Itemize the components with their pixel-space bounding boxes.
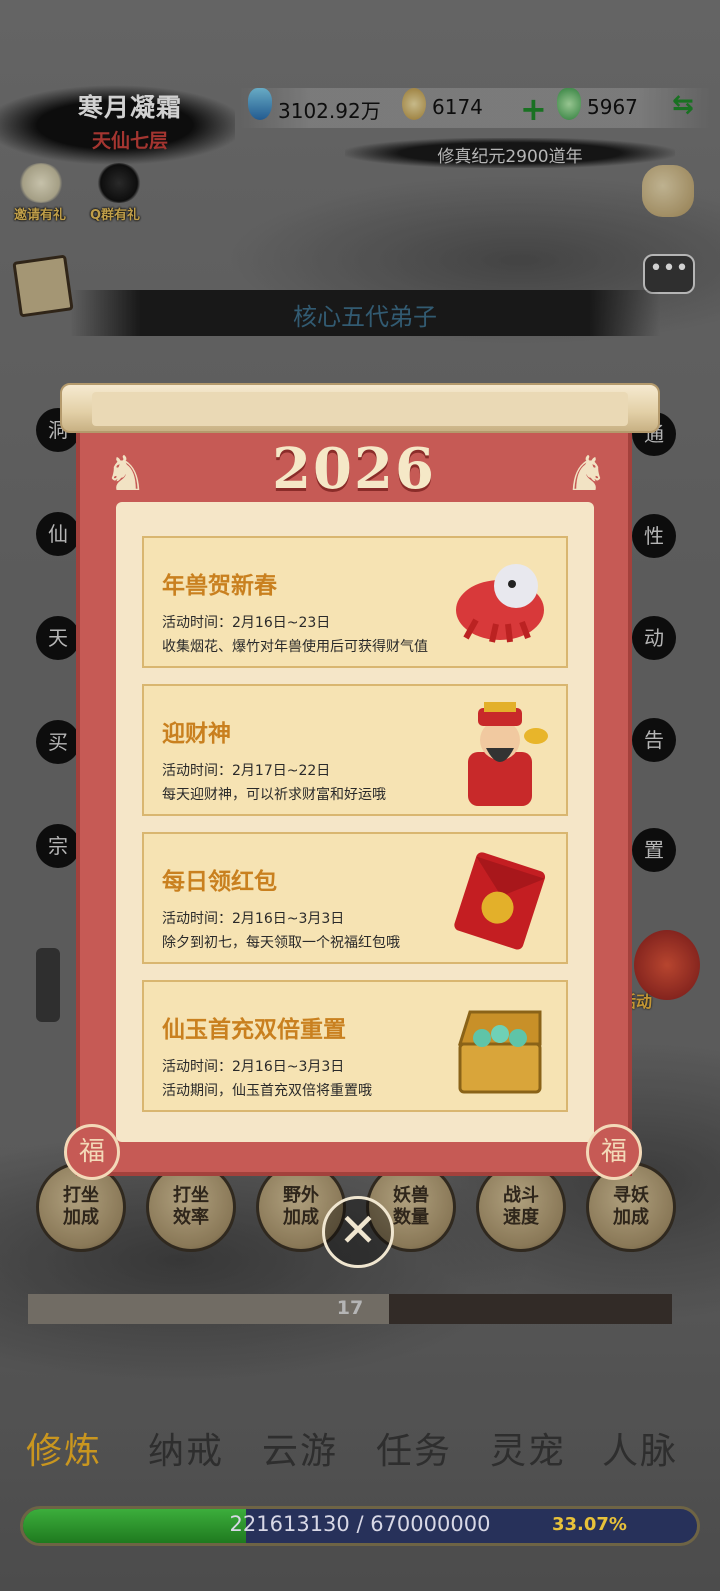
event-card[interactable]: 仙玉首充双倍重置 活动时间：2月16日~3月3日 活动期间，仙玉首充双倍将重置哦 [142, 980, 568, 1112]
event-time: 活动时间：2月16日~23日 [162, 615, 331, 631]
event-desc: 除夕到初七，每天领取一个祝福红包哦 [162, 935, 400, 951]
exp-percent: 33.07% [552, 1514, 627, 1535]
tab-connections[interactable]: 人脉 [602, 1422, 678, 1474]
tab-ring[interactable]: 纳戒 [148, 1422, 224, 1474]
event-title: 迎财神 [162, 721, 231, 747]
close-button[interactable]: ✕ [322, 1196, 394, 1268]
event-card[interactable]: 迎财神 活动时间：2月17日~22日 每天迎财神，可以祈求财富和好运哦 [142, 684, 568, 816]
nian-beast-icon [446, 550, 554, 658]
event-card[interactable]: 年兽贺新春 活动时间：2月16日~23日 收集烟花、爆竹对年兽使用后可获得财气值 [142, 536, 568, 668]
event-desc: 收集烟花、爆竹对年兽使用后可获得财气值 [162, 639, 428, 655]
exp-text: 221613130 / 670000000 [229, 1512, 491, 1536]
tab-cultivate[interactable]: 修炼 [26, 1422, 102, 1474]
treasure-chest-icon [446, 994, 554, 1102]
red-envelope-icon [446, 846, 554, 954]
event-desc: 每天迎财神，可以祈求财富和好运哦 [162, 787, 386, 803]
event-time: 活动时间：2月16日~3月3日 [162, 911, 345, 927]
fu-seal-left-icon: 福 [64, 1124, 120, 1180]
event-title: 年兽贺新春 [162, 573, 277, 599]
event-title: 仙玉首充双倍重置 [162, 1017, 346, 1043]
tab-tasks[interactable]: 任务 [376, 1422, 452, 1474]
popup-year: 2026 [272, 436, 436, 502]
scroll-roller-inner [92, 392, 628, 426]
event-time: 活动时间：2月16日~3月3日 [162, 1059, 345, 1075]
wealth-god-icon [446, 698, 554, 806]
tab-pets[interactable]: 灵宠 [490, 1422, 566, 1474]
event-title: 每日领红包 [162, 869, 277, 895]
fu-seal-right-icon: 福 [586, 1124, 642, 1180]
event-time: 活动时间：2月17日~22日 [162, 763, 331, 779]
event-card[interactable]: 每日领红包 活动时间：2月16日~3月3日 除夕到初七，每天领取一个祝福红包哦 [142, 832, 568, 964]
event-desc: 活动期间，仙玉首充双倍将重置哦 [162, 1083, 372, 1099]
tab-travel[interactable]: 云游 [262, 1422, 338, 1474]
